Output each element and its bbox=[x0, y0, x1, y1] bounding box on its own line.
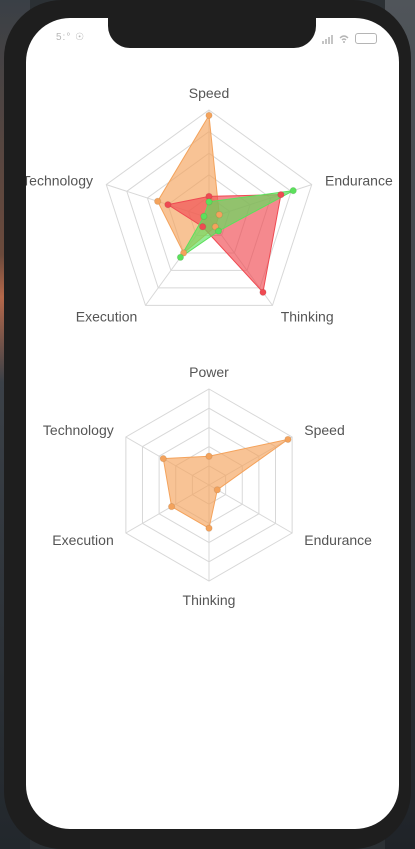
axis-label: Endurance bbox=[325, 172, 393, 188]
status-time: 5:° ☉ bbox=[56, 32, 86, 43]
axis-label: Speed bbox=[304, 422, 344, 438]
axis-label: Execution bbox=[76, 309, 137, 325]
radar-chart-1: Speed Endurance Thinking Execution Technolog… bbox=[26, 18, 399, 338]
axis-label: Thinking bbox=[183, 592, 236, 608]
data-point bbox=[213, 486, 222, 494]
axis-label: Power bbox=[189, 364, 229, 380]
grid-spoke bbox=[208, 484, 293, 534]
axis-label: Thinking bbox=[281, 309, 334, 325]
radar-chart-2: Power Speed Endurance Thinking Execution Tech… bbox=[26, 348, 399, 618]
data-point bbox=[200, 212, 208, 221]
data-point bbox=[164, 200, 172, 209]
data-point bbox=[198, 223, 207, 231]
axis-label: Execution bbox=[52, 532, 113, 548]
data-point bbox=[259, 288, 267, 296]
data-point bbox=[214, 227, 223, 235]
axis-label: Technology bbox=[26, 172, 93, 188]
battery-icon bbox=[355, 33, 377, 44]
axis-label: Technology bbox=[43, 422, 114, 438]
screen: Speed Endurance Thinking Execution Technolog… bbox=[26, 18, 399, 829]
axis-label: Speed bbox=[189, 85, 229, 101]
data-point bbox=[277, 190, 285, 199]
notch bbox=[108, 18, 316, 48]
data-point bbox=[176, 253, 185, 262]
data-point bbox=[205, 452, 213, 460]
cellular-signal-icon bbox=[322, 34, 333, 44]
data-point bbox=[153, 197, 162, 206]
data-point bbox=[167, 502, 176, 511]
series-area-0 bbox=[162, 438, 289, 529]
radar-chart-2-svg: Power Speed Endurance Thinking Execution Tech… bbox=[43, 364, 372, 608]
radar-chart-1-svg: Speed Endurance Thinking Execution Technolog… bbox=[26, 85, 393, 325]
phone-frame: Speed Endurance Thinking Execution Technolog… bbox=[4, 0, 411, 849]
wifi-icon bbox=[339, 34, 349, 43]
status-icons bbox=[322, 33, 377, 44]
data-point bbox=[205, 198, 213, 206]
data-point bbox=[205, 524, 213, 532]
data-point bbox=[284, 435, 292, 444]
data-point bbox=[215, 210, 223, 219]
axis-label: Endurance bbox=[304, 532, 372, 548]
data-point bbox=[289, 186, 297, 195]
data-point bbox=[205, 111, 213, 120]
data-point bbox=[159, 454, 167, 463]
